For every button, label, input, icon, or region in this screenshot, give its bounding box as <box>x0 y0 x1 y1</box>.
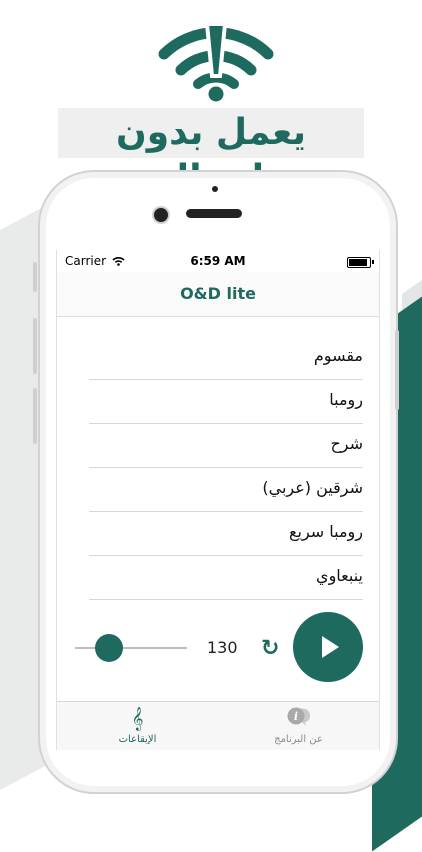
status-bar: Carrier 6:59 AM <box>57 250 379 272</box>
battery-cap <box>372 260 374 264</box>
refresh-icon[interactable]: ↻ <box>261 636 279 661</box>
phone-power-button <box>395 330 399 410</box>
tempo-slider-track[interactable] <box>75 647 187 649</box>
rhythm-row[interactable]: مقسوم <box>57 336 379 380</box>
tempo-slider-thumb[interactable] <box>94 634 123 662</box>
rhythm-row[interactable]: شرح <box>57 424 379 468</box>
status-time: 6:59 AM <box>190 254 246 268</box>
rhythm-label: رومبا سريع <box>288 522 363 541</box>
rhythm-label: شرح <box>330 434 363 453</box>
info-chat-icon: i <box>218 706 379 733</box>
treble-clef-icon: 𝄞 <box>131 706 144 730</box>
rhythm-label: ينبعاوي <box>316 566 363 585</box>
row-separator <box>89 599 363 600</box>
rhythm-label: مقسوم <box>313 346 363 365</box>
battery-icon <box>347 257 371 268</box>
tab-bar: 𝄞 الإيقاعات i عن البرنامج <box>57 701 379 750</box>
nav-title: O&D lite <box>180 284 256 303</box>
phone-volume-up <box>33 318 37 374</box>
rhythm-label: شرقين (عربي) <box>262 478 363 497</box>
phone-sensor <box>212 186 218 192</box>
tab-rhythms[interactable]: 𝄞 الإيقاعات <box>57 702 218 750</box>
rhythm-row[interactable]: رومبا سريع <box>57 512 379 556</box>
info-chat-icon-svg: i <box>287 707 310 726</box>
app-screen: Carrier 6:59 AM O&D lite مقسوم رومبا شرح… <box>56 250 380 750</box>
tab-label: عن البرنامج <box>274 734 323 745</box>
rhythm-label: رومبا <box>329 390 363 409</box>
phone-mute-switch <box>33 262 37 292</box>
no-wifi-icon <box>158 22 274 105</box>
svg-text:i: i <box>293 710 297 723</box>
rhythm-list: مقسوم رومبا شرح شرقين (عربي) رومبا سريع … <box>57 336 379 600</box>
phone-camera <box>152 206 170 224</box>
rhythm-row[interactable]: ينبعاوي <box>57 556 379 600</box>
rhythm-row[interactable]: رومبا <box>57 380 379 424</box>
play-icon <box>322 636 339 658</box>
play-button[interactable] <box>293 612 363 682</box>
phone-earpiece <box>186 209 242 218</box>
nav-bar: O&D lite <box>57 272 379 317</box>
tempo-value: 130 <box>207 638 238 657</box>
tab-about[interactable]: i عن البرنامج <box>218 702 379 750</box>
rhythm-row[interactable]: شرقين (عربي) <box>57 468 379 512</box>
phone-volume-down <box>33 388 37 444</box>
promo-headline: يعمل بدون اتصال <box>115 112 307 199</box>
tab-label: الإيقاعات <box>118 734 157 745</box>
